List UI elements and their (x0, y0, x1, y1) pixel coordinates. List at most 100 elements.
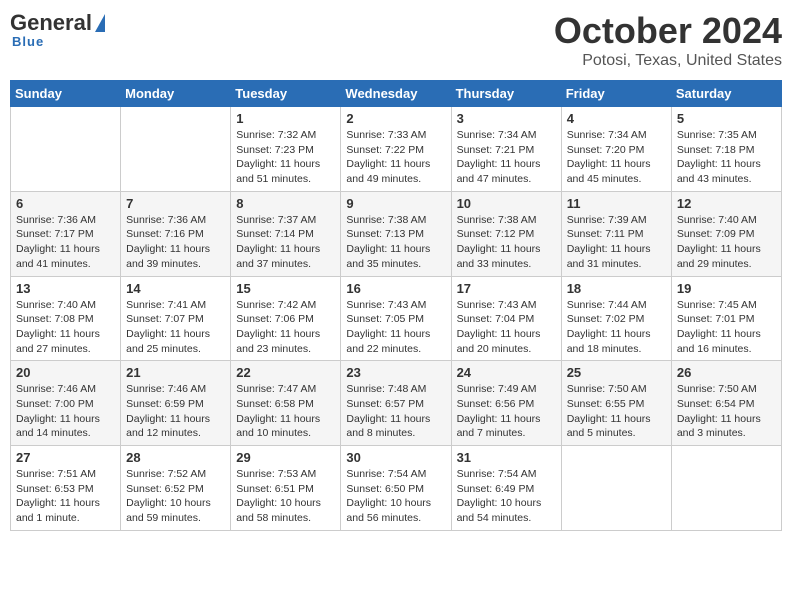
calendar-cell: 10 Sunrise: 7:38 AMSunset: 7:12 PMDayligh… (451, 191, 561, 276)
calendar-header-row: SundayMondayTuesdayWednesdayThursdayFrid… (11, 81, 782, 107)
day-info: Sunrise: 7:40 AMSunset: 7:09 PMDaylight:… (677, 213, 776, 272)
day-number: 22 (236, 365, 335, 380)
calendar-cell: 22 Sunrise: 7:47 AMSunset: 6:58 PMDayligh… (231, 361, 341, 446)
weekday-header-saturday: Saturday (671, 81, 781, 107)
day-info: Sunrise: 7:33 AMSunset: 7:22 PMDaylight:… (346, 128, 445, 187)
calendar-cell: 31 Sunrise: 7:54 AMSunset: 6:49 PMDayligh… (451, 446, 561, 531)
calendar-week-row: 13 Sunrise: 7:40 AMSunset: 7:08 PMDayligh… (11, 276, 782, 361)
calendar-cell: 28 Sunrise: 7:52 AMSunset: 6:52 PMDayligh… (121, 446, 231, 531)
day-number: 7 (126, 196, 225, 211)
calendar-cell (121, 107, 231, 192)
day-info: Sunrise: 7:50 AMSunset: 6:54 PMDaylight:… (677, 382, 776, 441)
day-number: 23 (346, 365, 445, 380)
day-number: 28 (126, 450, 225, 465)
day-info: Sunrise: 7:36 AMSunset: 7:17 PMDaylight:… (16, 213, 115, 272)
day-info: Sunrise: 7:41 AMSunset: 7:07 PMDaylight:… (126, 298, 225, 357)
day-info: Sunrise: 7:40 AMSunset: 7:08 PMDaylight:… (16, 298, 115, 357)
calendar-cell: 4 Sunrise: 7:34 AMSunset: 7:20 PMDaylight… (561, 107, 671, 192)
day-info: Sunrise: 7:39 AMSunset: 7:11 PMDaylight:… (567, 213, 666, 272)
day-info: Sunrise: 7:36 AMSunset: 7:16 PMDaylight:… (126, 213, 225, 272)
calendar-cell: 16Sunrise: 7:43 AMSunset: 7:05 PMDayligh… (341, 276, 451, 361)
day-number: 2 (346, 111, 445, 126)
calendar-cell: 19 Sunrise: 7:45 AMSunset: 7:01 PMDayligh… (671, 276, 781, 361)
calendar-title: October 2024 (554, 10, 782, 52)
calendar-cell: 26 Sunrise: 7:50 AMSunset: 6:54 PMDayligh… (671, 361, 781, 446)
calendar-cell: 21 Sunrise: 7:46 AMSunset: 6:59 PMDayligh… (121, 361, 231, 446)
day-number: 3 (457, 111, 556, 126)
day-info: Sunrise: 7:35 AMSunset: 7:18 PMDaylight:… (677, 128, 776, 187)
day-number: 25 (567, 365, 666, 380)
calendar-cell: 13 Sunrise: 7:40 AMSunset: 7:08 PMDayligh… (11, 276, 121, 361)
day-number: 11 (567, 196, 666, 211)
weekday-header-tuesday: Tuesday (231, 81, 341, 107)
day-info: Sunrise: 7:50 AMSunset: 6:55 PMDaylight:… (567, 382, 666, 441)
day-number: 16 (346, 281, 445, 296)
logo-blue-text: Blue (12, 34, 44, 49)
day-info: Sunrise: 7:52 AMSunset: 6:52 PMDaylight:… (126, 467, 225, 526)
day-number: 14 (126, 281, 225, 296)
calendar-week-row: 6 Sunrise: 7:36 AMSunset: 7:17 PMDaylight… (11, 191, 782, 276)
day-number: 26 (677, 365, 776, 380)
calendar-cell: 12Sunrise: 7:40 AMSunset: 7:09 PMDayligh… (671, 191, 781, 276)
day-info: Sunrise: 7:51 AMSunset: 6:53 PMDaylight:… (16, 467, 115, 526)
logo-triangle-icon (95, 14, 105, 32)
day-info: Sunrise: 7:44 AMSunset: 7:02 PMDaylight:… (567, 298, 666, 357)
calendar-week-row: 1Sunrise: 7:32 AMSunset: 7:23 PMDaylight… (11, 107, 782, 192)
day-number: 10 (457, 196, 556, 211)
day-number: 13 (16, 281, 115, 296)
calendar-cell: 20 Sunrise: 7:46 AMSunset: 7:00 PMDayligh… (11, 361, 121, 446)
day-number: 19 (677, 281, 776, 296)
day-info: Sunrise: 7:54 AMSunset: 6:50 PMDaylight:… (346, 467, 445, 526)
calendar-cell: 7 Sunrise: 7:36 AMSunset: 7:16 PMDaylight… (121, 191, 231, 276)
day-number: 6 (16, 196, 115, 211)
calendar-cell: 11 Sunrise: 7:39 AMSunset: 7:11 PMDayligh… (561, 191, 671, 276)
day-info: Sunrise: 7:48 AMSunset: 6:57 PMDaylight:… (346, 382, 445, 441)
calendar-cell: 23 Sunrise: 7:48 AMSunset: 6:57 PMDayligh… (341, 361, 451, 446)
day-info: Sunrise: 7:38 AMSunset: 7:13 PMDaylight:… (346, 213, 445, 272)
day-info: Sunrise: 7:38 AMSunset: 7:12 PMDaylight:… (457, 213, 556, 272)
weekday-header-wednesday: Wednesday (341, 81, 451, 107)
calendar-cell: 6 Sunrise: 7:36 AMSunset: 7:17 PMDaylight… (11, 191, 121, 276)
weekday-header-thursday: Thursday (451, 81, 561, 107)
day-number: 1 (236, 111, 335, 126)
day-info: Sunrise: 7:47 AMSunset: 6:58 PMDaylight:… (236, 382, 335, 441)
day-info: Sunrise: 7:45 AMSunset: 7:01 PMDaylight:… (677, 298, 776, 357)
calendar-cell (11, 107, 121, 192)
day-info: Sunrise: 7:49 AMSunset: 6:56 PMDaylight:… (457, 382, 556, 441)
calendar-cell: 29Sunrise: 7:53 AMSunset: 6:51 PMDayligh… (231, 446, 341, 531)
day-number: 24 (457, 365, 556, 380)
calendar-cell: 18 Sunrise: 7:44 AMSunset: 7:02 PMDayligh… (561, 276, 671, 361)
calendar-cell (671, 446, 781, 531)
calendar-cell: 27 Sunrise: 7:51 AMSunset: 6:53 PMDayligh… (11, 446, 121, 531)
day-info: Sunrise: 7:46 AMSunset: 6:59 PMDaylight:… (126, 382, 225, 441)
calendar-cell: 30Sunrise: 7:54 AMSunset: 6:50 PMDayligh… (341, 446, 451, 531)
weekday-header-friday: Friday (561, 81, 671, 107)
day-number: 17 (457, 281, 556, 296)
day-info: Sunrise: 7:34 AMSunset: 7:20 PMDaylight:… (567, 128, 666, 187)
day-number: 31 (457, 450, 556, 465)
calendar-cell: 25 Sunrise: 7:50 AMSunset: 6:55 PMDayligh… (561, 361, 671, 446)
day-number: 21 (126, 365, 225, 380)
calendar-cell: 9 Sunrise: 7:38 AMSunset: 7:13 PMDaylight… (341, 191, 451, 276)
calendar-cell: 3 Sunrise: 7:34 AMSunset: 7:21 PMDaylight… (451, 107, 561, 192)
day-number: 29 (236, 450, 335, 465)
day-info: Sunrise: 7:46 AMSunset: 7:00 PMDaylight:… (16, 382, 115, 441)
calendar-cell (561, 446, 671, 531)
logo-general-text: General (10, 10, 92, 36)
day-info: Sunrise: 7:34 AMSunset: 7:21 PMDaylight:… (457, 128, 556, 187)
day-number: 20 (16, 365, 115, 380)
day-number: 9 (346, 196, 445, 211)
calendar-cell: 1Sunrise: 7:32 AMSunset: 7:23 PMDaylight… (231, 107, 341, 192)
day-number: 18 (567, 281, 666, 296)
day-number: 4 (567, 111, 666, 126)
day-number: 5 (677, 111, 776, 126)
calendar-cell: 14 Sunrise: 7:41 AMSunset: 7:07 PMDayligh… (121, 276, 231, 361)
day-number: 8 (236, 196, 335, 211)
day-number: 27 (16, 450, 115, 465)
weekday-header-sunday: Sunday (11, 81, 121, 107)
weekday-header-monday: Monday (121, 81, 231, 107)
calendar-cell: 2 Sunrise: 7:33 AMSunset: 7:22 PMDaylight… (341, 107, 451, 192)
page-header: General Blue October 2024 Potosi, Texas,… (10, 10, 782, 70)
day-info: Sunrise: 7:54 AMSunset: 6:49 PMDaylight:… (457, 467, 556, 526)
calendar-cell: 8Sunrise: 7:37 AMSunset: 7:14 PMDaylight… (231, 191, 341, 276)
